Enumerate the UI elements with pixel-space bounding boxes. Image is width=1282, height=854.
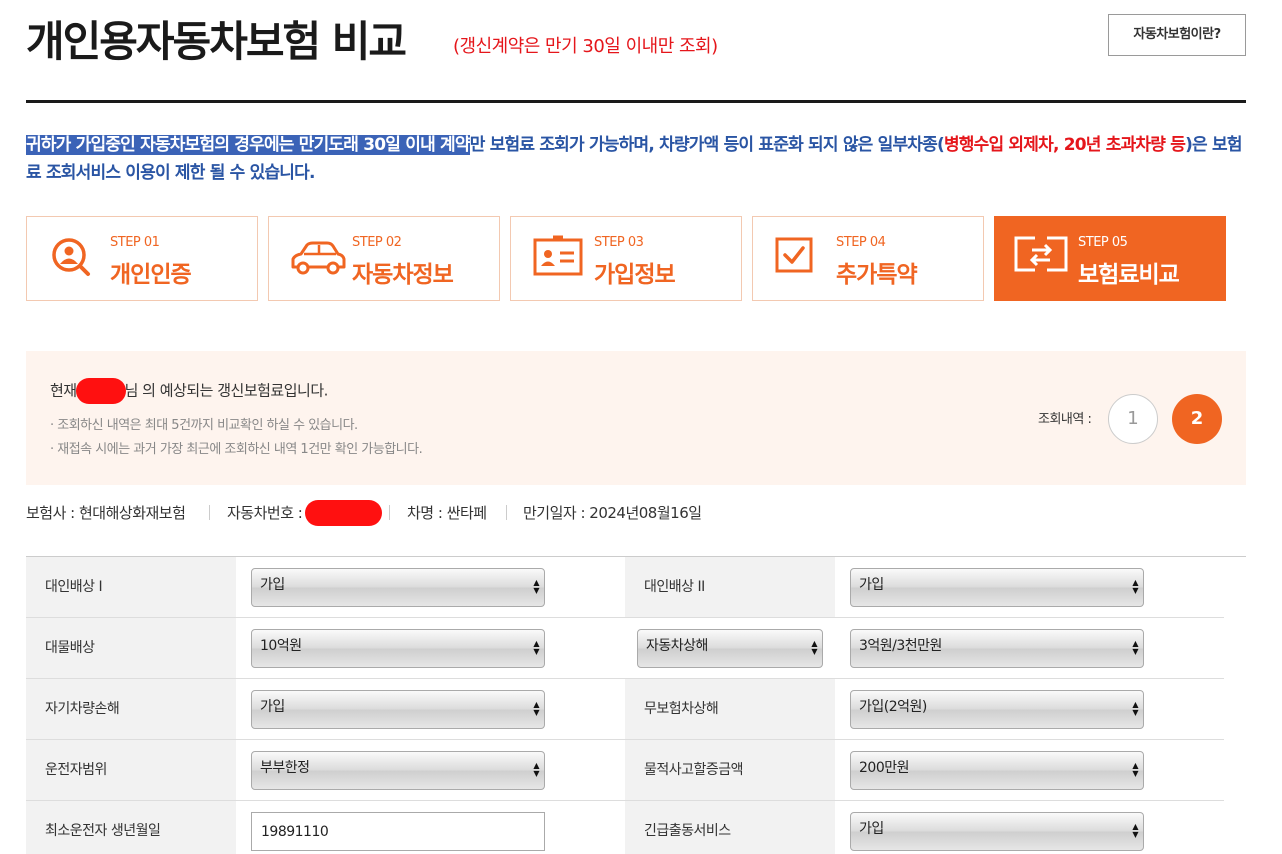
select-arrows-icon: ▲ ▼ [1132, 639, 1138, 656]
select-arrows-icon: ▲ ▼ [811, 639, 817, 656]
step-name: 추가특약 [836, 262, 918, 288]
step-3-subscription-info[interactable]: STEP 03 가입정보 [510, 216, 742, 301]
select-value: 3억원/3천만원 [859, 638, 942, 654]
bodily-injury-2-select[interactable]: 가입 ▲ ▼ [850, 568, 1144, 607]
auto-injury-select[interactable]: 3억원/3천만원 ▲ ▼ [850, 629, 1144, 668]
form-row: 자기차량손해 가입 ▲ ▼ 무보험차상해 가입(2억원) ▲ ▼ [26, 679, 1224, 740]
car-name-text: 차명 : 싼타페 [407, 504, 487, 522]
notice-text-part: 만 보험료 조회가 가능하며, 차량가액 등이 표준화 되지 않은 일부차종( [469, 135, 945, 155]
select-value: 가입 [859, 577, 884, 593]
page-title: 개인용자동차보험 비교 [26, 17, 407, 66]
select-arrows-icon: ▲ ▼ [1132, 700, 1138, 717]
emergency-service-select[interactable]: 가입 ▲ ▼ [850, 812, 1144, 851]
own-vehicle-damage-label: 자기차량손해 [26, 679, 236, 739]
select-arrows-icon: ▲ ▼ [1132, 822, 1138, 839]
property-damage-label: 대물배상 [26, 618, 236, 678]
select-arrows-icon: ▲ ▼ [533, 700, 539, 717]
property-surcharge-select[interactable]: 200만원 ▲ ▼ [850, 751, 1144, 790]
form-row: 최소운전자 생년월일 긴급출동서비스 가입 ▲▼ [26, 801, 1224, 854]
divider [506, 505, 507, 520]
property-damage-select[interactable]: 10억원 ▲ ▼ [251, 629, 545, 668]
step-number: STEP 03 [594, 235, 644, 250]
step-number: STEP 02 [352, 235, 402, 250]
expiry-date-text: 만기일자 : 2024년08월16일 [523, 504, 702, 522]
select-value: 가입 [260, 577, 285, 593]
select-value: 가입 [260, 699, 285, 715]
info-note-2: · 재접속 시에는 과거 가장 최근에 조회하신 내역 1건만 확인 가능합니다… [50, 442, 423, 457]
select-arrows-icon: ▲ ▼ [1132, 761, 1138, 778]
select-value: 가입 [859, 821, 884, 837]
select-value: 가입(2억원) [859, 699, 927, 715]
select-value: 자동차상해 [646, 638, 708, 654]
title-divider [26, 100, 1246, 103]
select-value: 10억원 [260, 638, 302, 654]
select-value: 부부한정 [260, 760, 310, 776]
step-name: 자동차정보 [352, 262, 454, 288]
headline-suffix: 님 의 예상되는 갱신보험료입니다. [124, 381, 329, 400]
step-number: STEP 01 [110, 235, 160, 250]
form-row: 대인배상 I 가입 ▲ ▼ 대인배상 II 가입 ▲ ▼ [26, 557, 1224, 618]
step-indicator: STEP 01 개인인증 STEP 02 자동차정보 STEP 03 가입정보 [26, 216, 1226, 301]
select-value: 200만원 [859, 760, 909, 776]
step-5-premium-compare[interactable]: STEP 05 보험료비교 [994, 216, 1226, 301]
info-note-1: · 조회하신 내역은 최대 5건까지 비교확인 하실 수 있습니다. [50, 418, 358, 433]
step-number: STEP 05 [1078, 235, 1128, 250]
redacted-user-name [75, 378, 126, 404]
select-arrows-icon: ▲ ▼ [533, 639, 539, 656]
min-driver-birthdate-label: 최소운전자 생년월일 [26, 801, 236, 854]
uninsured-motorist-select[interactable]: 가입(2억원) ▲ ▼ [850, 690, 1144, 729]
step-name: 가입정보 [594, 262, 676, 288]
person-search-icon [52, 238, 90, 276]
history-label: 조회내역 : [1038, 412, 1092, 427]
injury-type-select[interactable]: 자동차상해 ▲ ▼ [637, 629, 823, 668]
step-1-personal-auth[interactable]: STEP 01 개인인증 [26, 216, 258, 301]
restricted-vehicles-text: 병행수입 외제차, 20년 초과차량 등 [943, 135, 1186, 155]
redacted-car-number [305, 500, 382, 526]
step-name: 개인인증 [110, 262, 192, 288]
headline-prefix: 현재 [50, 381, 77, 400]
title-row: 개인용자동차보험 비교 (갱신계약은 만기 30일 이내만 조회) 자동차보험이… [26, 6, 1246, 66]
uninsured-motorist-label: 무보험차상해 [625, 679, 835, 739]
select-arrows-icon: ▲ ▼ [1132, 578, 1138, 595]
divider [209, 505, 210, 520]
selected-notice-text: 귀하가 가입중인 자동차보험의 경우에는 만기도래 30일 이내 계약 [26, 135, 471, 155]
form-row: 운전자범위 부부한정 ▲ ▼ 물적사고할증금액 200만원 ▲ ▼ [26, 740, 1224, 801]
driver-scope-label: 운전자범위 [26, 740, 236, 800]
driver-scope-select[interactable]: 부부한정 ▲ ▼ [251, 751, 545, 790]
emergency-service-label: 긴급출동서비스 [625, 801, 835, 854]
renewal-note: (갱신계약은 만기 30일 이내만 조회) [453, 36, 718, 57]
min-driver-birthdate-input[interactable] [251, 812, 545, 851]
step-2-car-info[interactable]: STEP 02 자동차정보 [268, 216, 500, 301]
estimate-headline: 현재 님 의 예상되는 갱신보험료입니다. [50, 378, 328, 404]
id-card-icon [533, 235, 583, 276]
about-car-insurance-button[interactable]: 자동차보험이란? [1108, 14, 1246, 56]
compare-arrows-icon [1014, 236, 1068, 272]
property-surcharge-label: 물적사고할증금액 [625, 740, 835, 800]
coverage-form: 대인배상 I 가입 ▲ ▼ 대인배상 II 가입 ▲ ▼ 대물배상 10억원 ▲ ▼ 자동차… [26, 556, 1246, 854]
insurer-text: 보험사 : 현대해상화재보험 [26, 504, 186, 522]
checkbox-icon [775, 237, 813, 273]
history-button-1[interactable]: 1 [1108, 394, 1158, 444]
select-arrows-icon: ▲ ▼ [533, 761, 539, 778]
bodily-injury-1-select[interactable]: 가입 ▲ ▼ [251, 568, 545, 607]
step-name: 보험료비교 [1078, 262, 1180, 288]
step-number: STEP 04 [836, 235, 886, 250]
bodily-injury-2-label: 대인배상 II [625, 557, 835, 617]
step-4-additional-riders[interactable]: STEP 04 추가특약 [752, 216, 984, 301]
notice-text: 귀하가 가입중인 자동차보험의 경우에는 만기도래 30일 이내 계약만 보험료… [26, 131, 1250, 187]
form-row: 대물배상 10억원 ▲ ▼ 자동차상해 ▲ ▼ 3억원/3천만원 ▲ ▼ [26, 618, 1224, 679]
bodily-injury-1-label: 대인배상 I [26, 557, 236, 617]
estimate-info-box: 현재 님 의 예상되는 갱신보험료입니다. · 조회하신 내역은 최대 5건까지 … [26, 351, 1246, 485]
select-arrows-icon: ▲ ▼ [533, 578, 539, 595]
own-vehicle-damage-select[interactable]: 가입 ▲ ▼ [251, 690, 545, 729]
divider [389, 505, 390, 520]
car-number-label: 자동차번호 : [227, 504, 303, 522]
car-icon [291, 241, 346, 275]
history-button-2[interactable]: 2 [1172, 394, 1222, 444]
